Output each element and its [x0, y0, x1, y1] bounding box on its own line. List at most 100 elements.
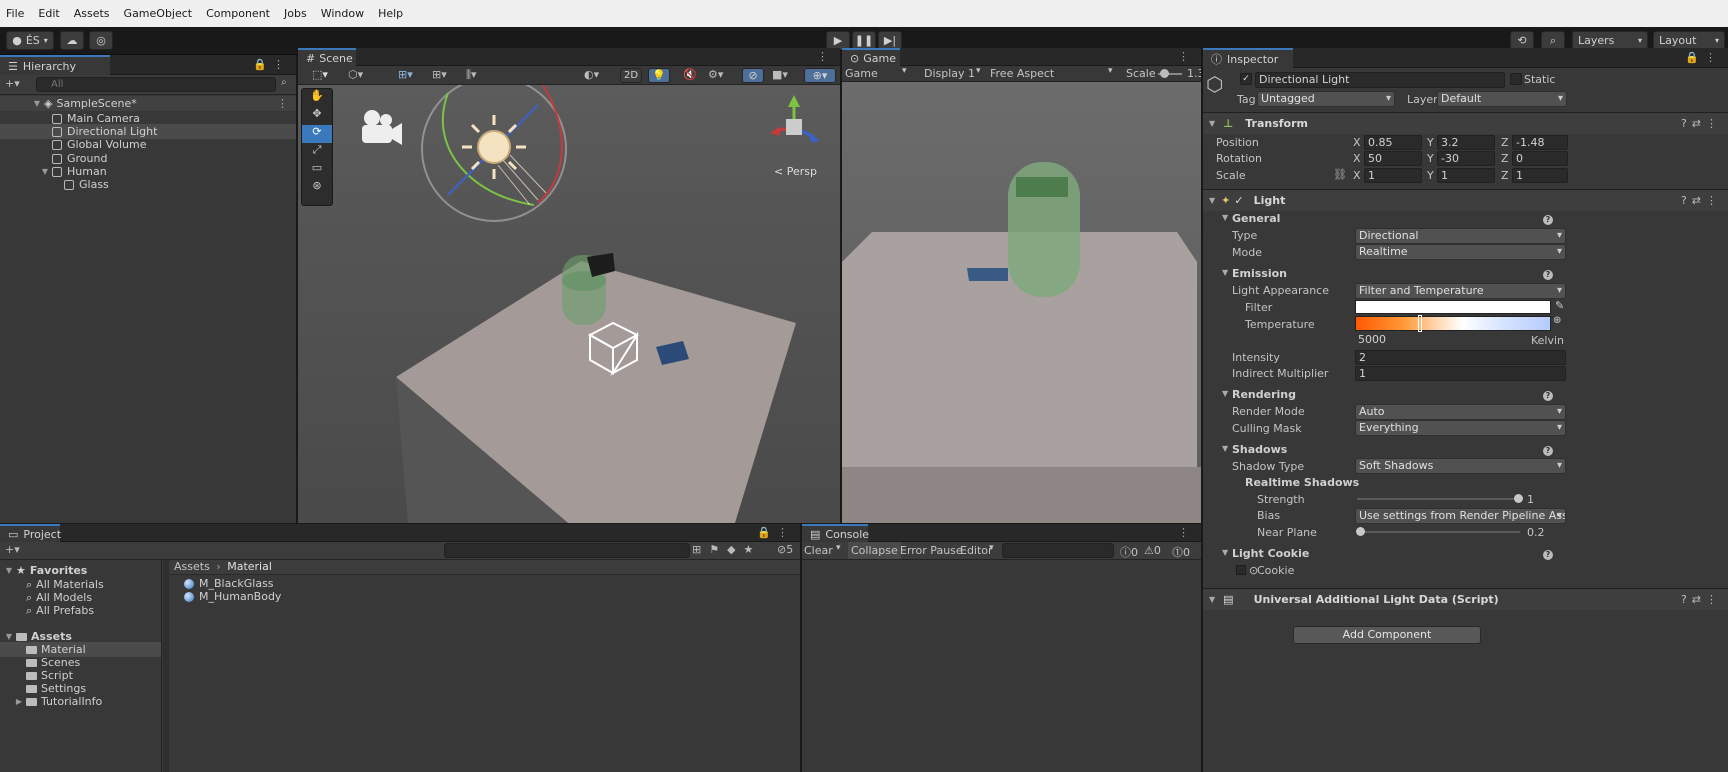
game-view-dropdown[interactable]: Game: [845, 67, 878, 80]
menu-jobs[interactable]: Jobs: [284, 7, 307, 20]
favorites-row[interactable]: ▼★Favorites: [0, 563, 161, 578]
rotation-x-field[interactable]: 50: [1364, 151, 1422, 166]
component-options-icon[interactable]: ?⇄⋮: [1681, 117, 1722, 130]
aspect-dropdown[interactable]: Free Aspect: [990, 67, 1054, 80]
position-z-field[interactable]: -1.48: [1512, 135, 1568, 150]
camera-icon[interactable]: ■▾: [772, 68, 788, 81]
near-plane-slider-thumb[interactable]: [1356, 527, 1365, 536]
cloud-button[interactable]: ☁: [60, 31, 84, 50]
collab-button[interactable]: ◎: [89, 31, 113, 50]
panel-options-icon[interactable]: ⋮: [1178, 526, 1195, 539]
help-icon[interactable]: ?: [1543, 215, 1553, 225]
grid-icon[interactable]: ⊞▾: [432, 68, 447, 81]
cookie-thumbnail[interactable]: [1236, 565, 1246, 575]
collapse-arrow-icon[interactable]: ▼: [1209, 119, 1215, 128]
menu-component[interactable]: Component: [206, 7, 270, 20]
shadow-type-dropdown[interactable]: Soft Shadows: [1355, 458, 1566, 474]
info-toggle[interactable]: ⓘ0: [1120, 544, 1138, 560]
collapse-arrow-icon[interactable]: ▼: [1209, 196, 1215, 205]
light-appearance-dropdown[interactable]: Filter and Temperature: [1355, 283, 1566, 299]
editor-dropdown[interactable]: Editor: [960, 544, 993, 557]
breadcrumb-assets[interactable]: Assets: [174, 560, 210, 573]
culling-mask-dropdown[interactable]: Everything: [1355, 420, 1566, 436]
type-dropdown[interactable]: Directional: [1355, 228, 1566, 244]
account-button[interactable]: ●ÉS▾: [6, 31, 54, 50]
expand-arrow-icon[interactable]: ▶: [14, 697, 24, 706]
menu-file[interactable]: File: [6, 7, 24, 20]
lighting-toggle-icon[interactable]: 💡: [648, 68, 670, 83]
expand-arrow-icon[interactable]: ▼: [4, 632, 14, 641]
collapse-arrow-icon[interactable]: ▼: [1222, 213, 1228, 222]
effects-icon[interactable]: ⚙▾: [708, 68, 723, 81]
static-checkbox[interactable]: [1510, 73, 1522, 85]
tab-hierarchy[interactable]: ☰Hierarchy: [0, 55, 110, 75]
audio-icon[interactable]: 🔇: [683, 68, 697, 81]
warning-toggle[interactable]: ⚠0: [1144, 544, 1161, 557]
favorite-item[interactable]: ⌕All Prefabs: [0, 603, 161, 618]
add-icon[interactable]: +▾: [5, 543, 20, 556]
scale-x-field[interactable]: 1: [1364, 168, 1422, 183]
project-search-input[interactable]: [444, 543, 690, 558]
hierarchy-item[interactable]: Glass: [0, 177, 296, 192]
tag-dropdown[interactable]: Untagged: [1257, 91, 1395, 107]
eyedropper-icon[interactable]: ✎: [1555, 299, 1564, 312]
rotation-y-field[interactable]: -30: [1437, 151, 1495, 166]
near-plane-slider[interactable]: [1357, 531, 1520, 533]
grid-snap-icon[interactable]: ⊞▾: [398, 68, 413, 81]
scale-z-field[interactable]: 1: [1512, 168, 1568, 183]
add-icon[interactable]: +▾: [5, 77, 20, 90]
collapse-toggle[interactable]: Collapse: [848, 542, 901, 559]
hierarchy-item[interactable]: Global Volume: [0, 137, 296, 152]
temperature-options-icon[interactable]: ⊕: [1553, 315, 1561, 326]
strength-slider-thumb[interactable]: [1514, 494, 1523, 503]
menu-assets[interactable]: Assets: [74, 7, 110, 20]
game-viewport[interactable]: [842, 82, 1201, 523]
filter-icons[interactable]: ⊞⚑◆★: [692, 543, 761, 556]
component-options-icon[interactable]: ?⇄⋮: [1681, 194, 1722, 207]
scale-slider-thumb[interactable]: [1160, 69, 1169, 78]
console-search-input[interactable]: [1002, 543, 1114, 558]
error-pause-toggle[interactable]: Error Pause: [900, 544, 963, 557]
toggle-2d-button[interactable]: 2D: [620, 68, 642, 83]
collapse-arrow-icon[interactable]: ▼: [1209, 595, 1215, 604]
light-enabled-checkbox[interactable]: ✓: [1234, 194, 1243, 207]
rotation-z-field[interactable]: 0: [1512, 151, 1568, 166]
panel-options-icon[interactable]: ⋮: [1178, 50, 1195, 63]
render-mode-dropdown[interactable]: Auto: [1355, 404, 1566, 420]
render-mode-icon[interactable]: ⬡▾: [348, 68, 363, 81]
intensity-field[interactable]: 2: [1355, 350, 1566, 365]
scale-y-field[interactable]: 1: [1437, 168, 1495, 183]
temperature-gradient-slider[interactable]: [1355, 316, 1551, 331]
indirect-multiplier-field[interactable]: 1: [1355, 366, 1566, 381]
object-name-field[interactable]: Directional Light: [1255, 72, 1505, 88]
component-options-icon[interactable]: ?⇄⋮: [1681, 593, 1722, 606]
rect-tool-icon[interactable]: ▭: [302, 161, 332, 179]
position-y-field[interactable]: 3.2: [1437, 135, 1495, 150]
strength-slider[interactable]: [1357, 498, 1520, 500]
file-item[interactable]: M_HumanBody: [184, 589, 384, 604]
shading-icon[interactable]: ◐▾: [584, 68, 599, 81]
help-icon[interactable]: ?: [1543, 550, 1553, 560]
scene-viewport[interactable]: ✋ ✥ ⟳ ⤢ ▭ ⊛ < Persp: [298, 85, 840, 523]
increment-snap-icon[interactable]: ⫼▾: [466, 68, 477, 82]
expand-arrow-icon[interactable]: ▼: [40, 167, 50, 176]
scale-tool-icon[interactable]: ⤢: [302, 143, 332, 161]
scene-options-icon[interactable]: ⋮: [277, 97, 288, 110]
hand-tool-icon[interactable]: ✋: [302, 89, 332, 107]
menu-help[interactable]: Help: [378, 7, 403, 20]
menu-window[interactable]: Window: [321, 7, 364, 20]
expand-arrow-icon[interactable]: ▼: [32, 99, 42, 108]
help-icon[interactable]: ?: [1543, 391, 1553, 401]
collapse-arrow-icon[interactable]: ▼: [1222, 444, 1228, 453]
add-component-button[interactable]: Add Component: [1293, 626, 1481, 644]
projection-label[interactable]: < Persp: [774, 165, 817, 178]
tree-scrollbar[interactable]: [163, 560, 169, 772]
tab-scene[interactable]: #Scene: [298, 48, 356, 66]
tab-console[interactable]: ▤Console: [802, 524, 868, 542]
link-icon[interactable]: ⛓: [1333, 168, 1347, 181]
transform-header[interactable]: ▼ ⊥ Transform ?⇄⋮: [1203, 112, 1728, 134]
search-filter-icon[interactable]: ⌕: [281, 77, 287, 88]
mode-dropdown[interactable]: Realtime: [1355, 244, 1566, 260]
light-header[interactable]: ▼ ✦ ✓ Light ?⇄⋮: [1203, 189, 1728, 211]
asset-folder[interactable]: ▶TutorialInfo: [0, 694, 161, 709]
